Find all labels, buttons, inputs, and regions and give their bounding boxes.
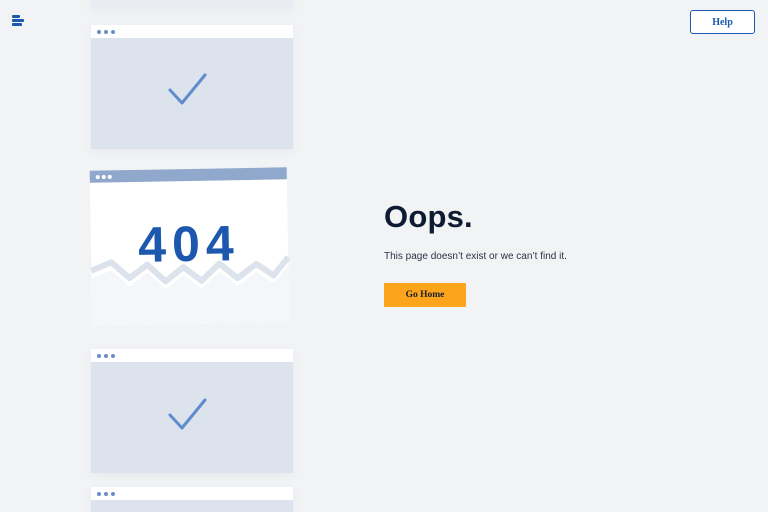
- window-dots-icon: [97, 492, 115, 496]
- window-dots-icon: [97, 30, 115, 34]
- go-home-button[interactable]: Go Home: [384, 283, 466, 307]
- error-404-card: 404: [89, 167, 291, 326]
- help-button[interactable]: Help: [690, 10, 755, 34]
- placeholder-card: [91, 349, 293, 473]
- logo-icon[interactable]: [12, 15, 26, 27]
- checkmark-icon: [168, 398, 207, 430]
- error-message: This page doesn’t exist or we can’t find…: [384, 251, 567, 262]
- card-titlebar: [91, 25, 293, 38]
- card-bottom-partial: [91, 487, 293, 512]
- card-titlebar: [91, 349, 293, 362]
- window-dots-icon: [97, 354, 115, 358]
- window-dots-icon: [95, 174, 112, 180]
- card-top-partial: [91, 0, 293, 9]
- checkmark-icon: [168, 73, 207, 105]
- card-titlebar: [91, 487, 293, 500]
- placeholder-card: [91, 25, 293, 149]
- page-title: Oops.: [384, 199, 473, 234]
